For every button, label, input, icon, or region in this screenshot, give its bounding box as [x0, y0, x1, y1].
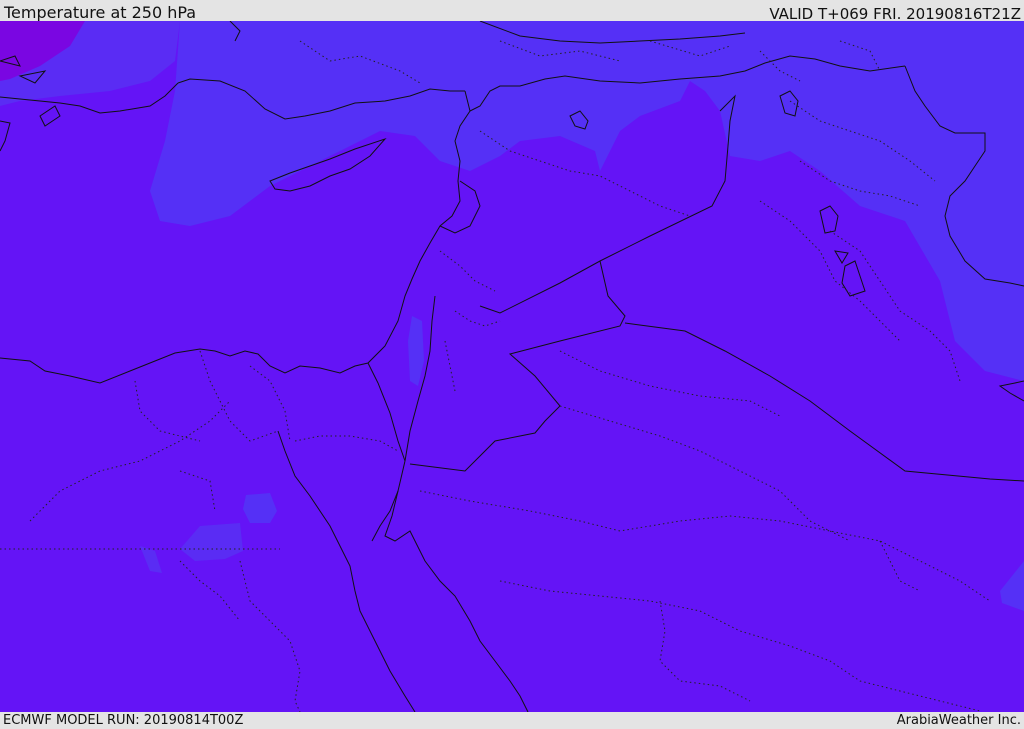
model-run: ECMWF MODEL RUN: 20190814T00Z	[3, 713, 244, 728]
header-bar: Temperature at 250 hPa VALID T+069 FRI. …	[0, 0, 1024, 23]
credit: ArabiaWeather Inc.	[896, 713, 1021, 728]
footer-bar: ECMWF MODEL RUN: 20190814T00Z ArabiaWeat…	[0, 712, 1024, 729]
map-title: Temperature at 250 hPa	[4, 3, 197, 22]
temperature-map	[0, 21, 1024, 712]
